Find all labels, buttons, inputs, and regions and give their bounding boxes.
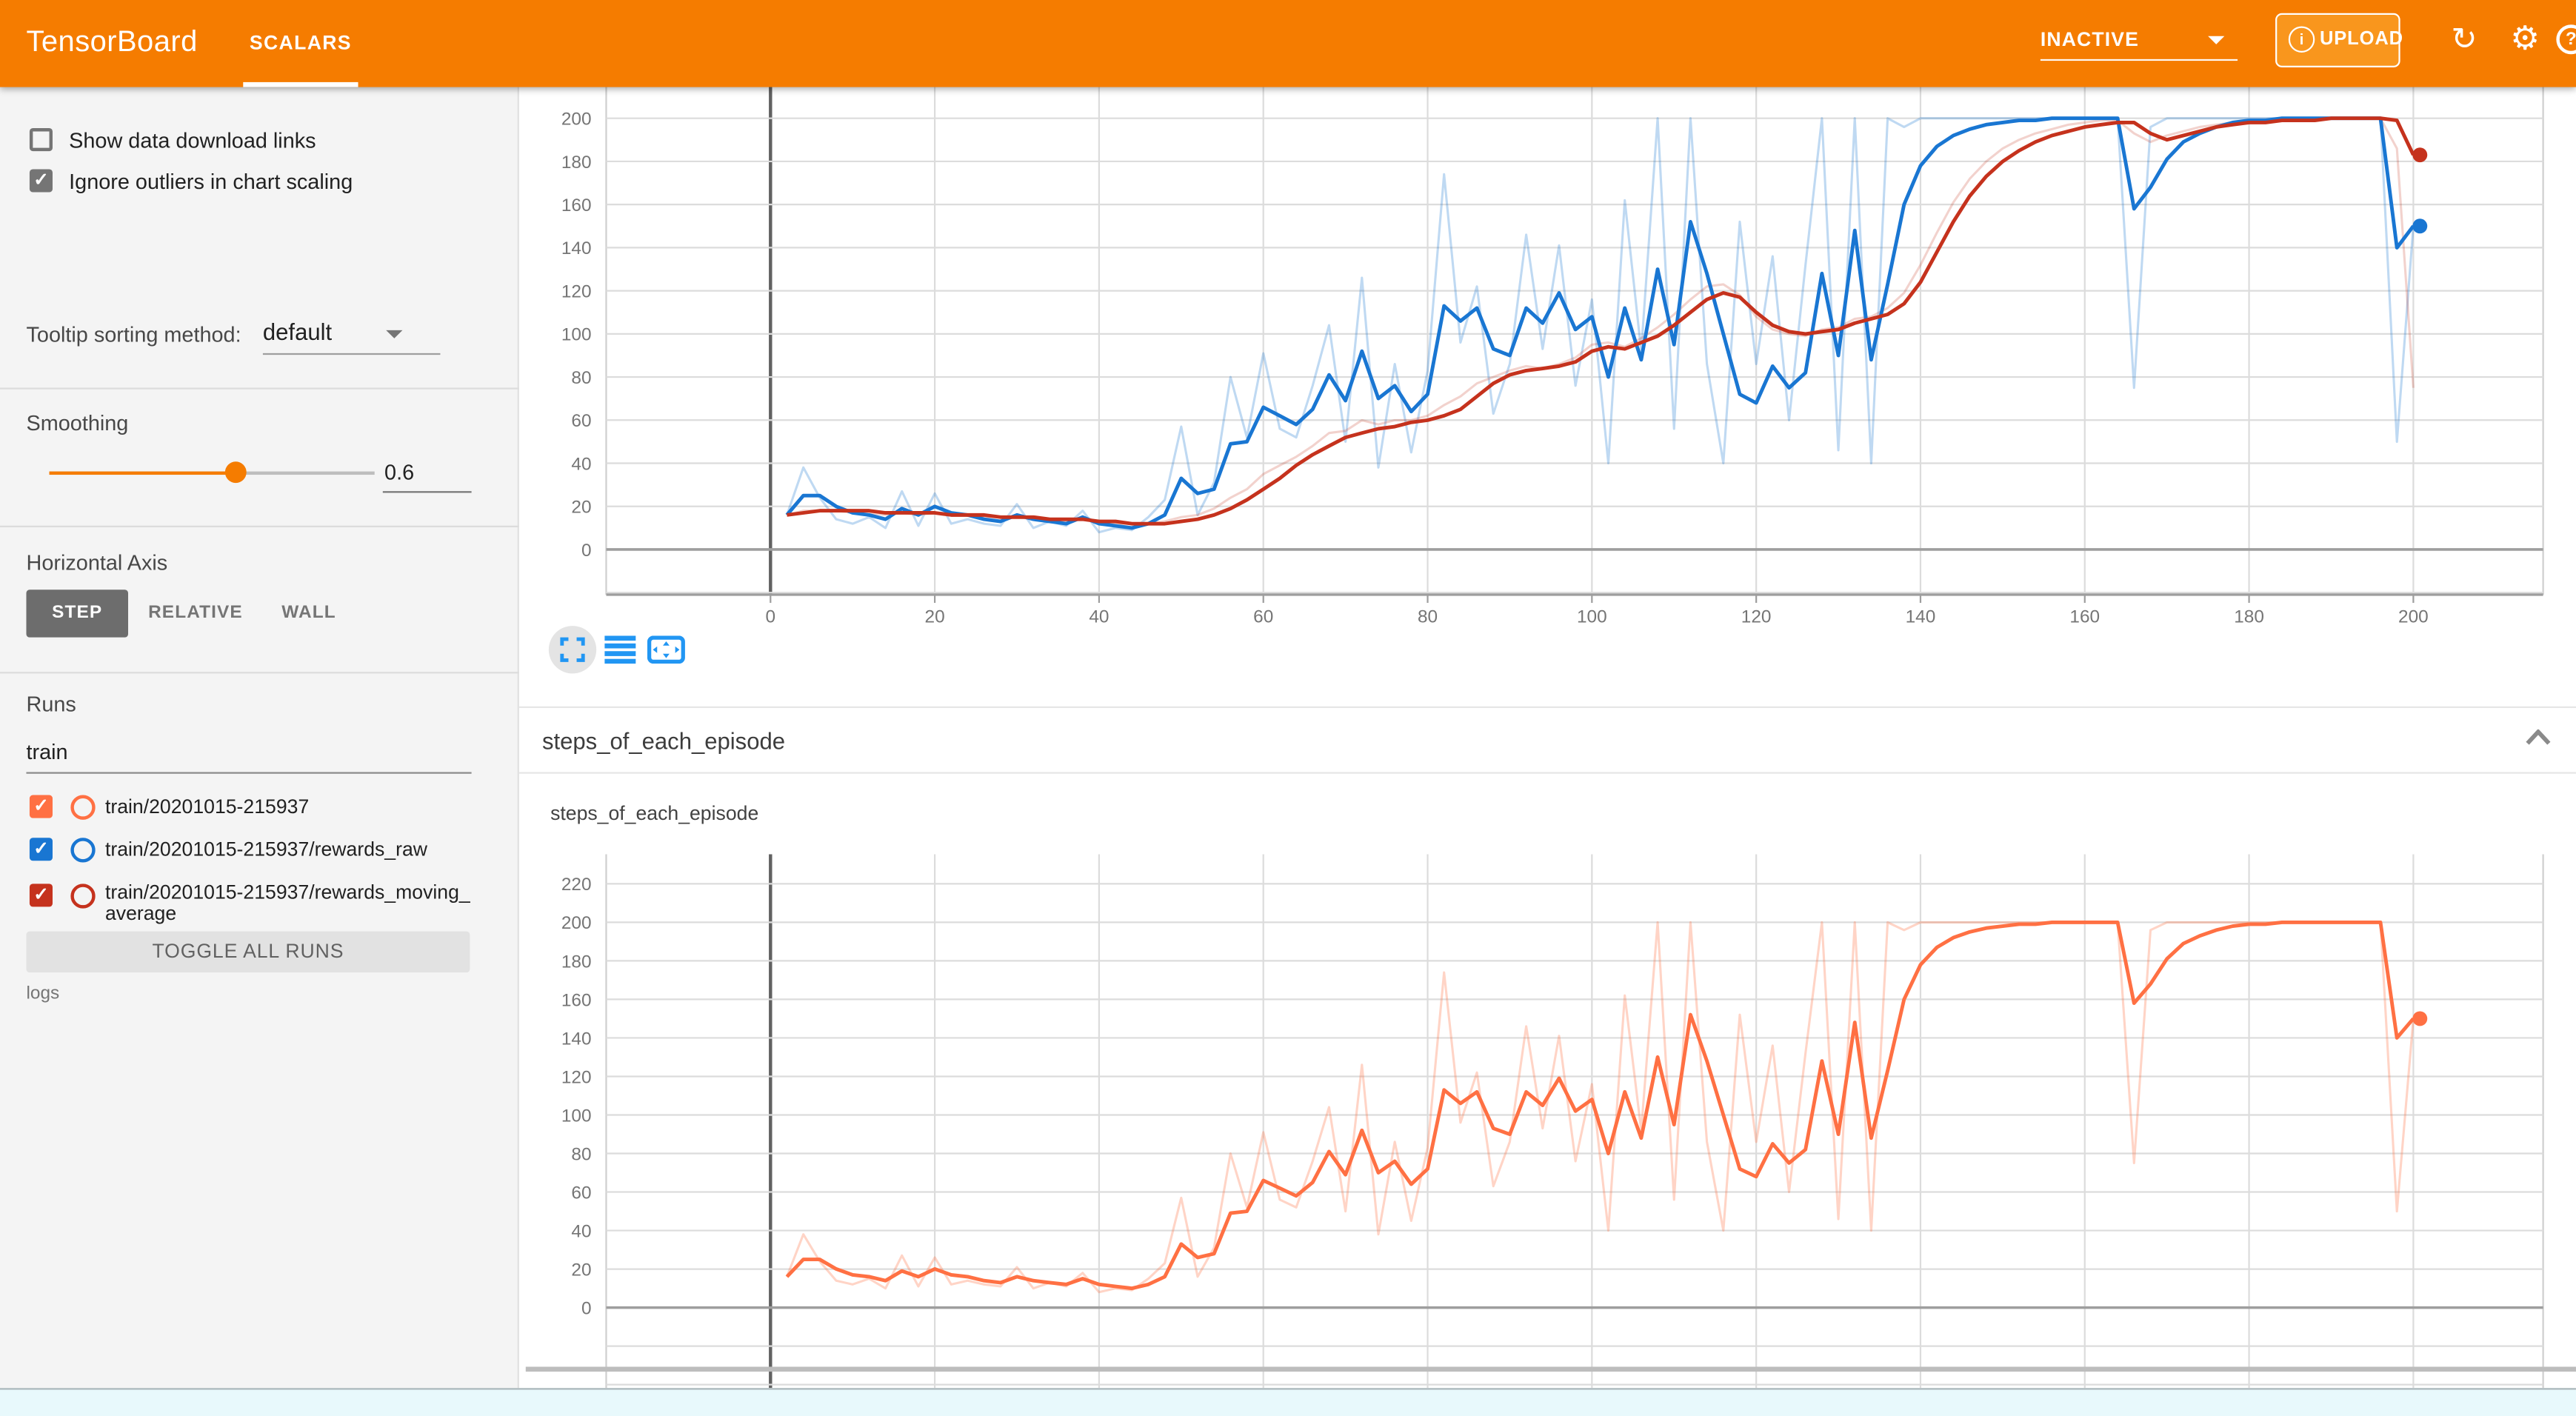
svg-text:80: 80 (1418, 607, 1438, 627)
runs-label: Runs (26, 692, 76, 716)
divider (519, 707, 2576, 708)
app-header: TensorBoard SCALARS INACTIVE i UPLOAD ↻ … (0, 0, 2576, 87)
toggle-y-axis-icon[interactable] (604, 635, 635, 664)
tab-active-underline (243, 82, 358, 87)
gear-icon[interactable]: ⚙ (2510, 23, 2540, 56)
svg-text:140: 140 (561, 1029, 592, 1049)
svg-text:180: 180 (2234, 607, 2264, 627)
divider (519, 772, 2576, 774)
svg-text:140: 140 (561, 238, 592, 258)
app-title: TensorBoard (26, 24, 197, 59)
svg-text:20: 20 (571, 1260, 591, 1280)
divider (0, 672, 519, 673)
run-checkbox[interactable]: ✓ (30, 838, 53, 861)
svg-text:200: 200 (2398, 607, 2429, 627)
run-label: train/20201015-215937 (105, 797, 473, 818)
svg-text:60: 60 (571, 1183, 591, 1203)
ignore-outliers-label: Ignore outliers in chart scaling (69, 169, 353, 193)
refresh-icon[interactable]: ↻ (2451, 24, 2477, 57)
tooltip-sort-label: Tooltip sorting method: (26, 322, 241, 347)
svg-text:100: 100 (561, 1106, 592, 1126)
smoothing-slider-fill (50, 472, 236, 475)
svg-text:100: 100 (1577, 607, 1607, 627)
chart-steps-canvas[interactable]: 0 20 40 60 80 100 120 140 160 180 200 220 (519, 854, 2576, 1388)
run-checkbox[interactable]: ✓ (30, 795, 53, 818)
smoothing-value-input[interactable]: 0.6 (384, 460, 414, 484)
show-download-links-label: Show data download links (69, 128, 316, 153)
axis-button-step[interactable]: STEP (26, 590, 128, 637)
svg-text:160: 160 (2069, 607, 2100, 627)
divider (0, 526, 519, 527)
run-label: train/20201015-215937/rewards_moving_ave… (105, 882, 473, 925)
svg-text:140: 140 (1906, 607, 1936, 627)
tooltip-sort-select[interactable]: default (263, 318, 332, 344)
info-icon: i (2289, 26, 2315, 52)
horizontal-axis-label: Horizontal Axis (26, 550, 167, 575)
status-dropdown-underline (2041, 59, 2238, 61)
svg-text:60: 60 (1253, 607, 1273, 627)
chart-rewards-canvas[interactable]: 0 20 40 60 80 100 120 140 160 180 200 0 20 40 60 80 100 1… (519, 85, 2576, 673)
divider (0, 387, 519, 389)
run-label: train/20201015-215937/rewards_raw (105, 839, 473, 861)
smoothing-label: Smoothing (26, 411, 128, 435)
settings-sidebar: Show data download links ✓ Ignore outlie… (0, 87, 519, 1389)
svg-text:0: 0 (766, 607, 776, 627)
run-color-circle[interactable] (70, 838, 95, 862)
svg-text:180: 180 (561, 952, 592, 972)
svg-text:160: 160 (561, 990, 592, 1010)
status-dropdown-value: INACTIVE (2041, 28, 2139, 51)
tooltip-sort-underline (263, 353, 441, 355)
svg-text:180: 180 (561, 153, 592, 173)
svg-text:80: 80 (571, 1144, 591, 1164)
horizontal-scrollbar[interactable] (0, 1388, 2576, 1416)
logs-label: logs (26, 984, 59, 1004)
svg-text:100: 100 (561, 325, 592, 345)
svg-text:60: 60 (571, 411, 591, 431)
run-checkbox[interactable]: ✓ (30, 884, 53, 906)
svg-text:0: 0 (581, 541, 592, 561)
svg-text:220: 220 (561, 875, 592, 895)
runs-filter-input[interactable]: train (26, 739, 67, 764)
chart-title: steps_of_each_episode (550, 801, 758, 824)
run-color-circle[interactable] (70, 884, 95, 908)
smoothing-value-underline (383, 491, 472, 492)
svg-text:160: 160 (561, 196, 592, 216)
help-icon[interactable]: ? (2556, 24, 2576, 54)
section-title[interactable]: steps_of_each_episode (542, 728, 785, 754)
show-download-links-checkbox[interactable] (30, 128, 53, 151)
svg-text:120: 120 (561, 281, 592, 301)
svg-text:80: 80 (571, 368, 591, 388)
run-color-circle[interactable] (70, 795, 95, 820)
upload-button-label: UPLOAD (2320, 30, 2403, 50)
svg-text:40: 40 (1089, 607, 1109, 627)
runs-filter-underline (26, 772, 471, 774)
svg-text:200: 200 (561, 913, 592, 933)
svg-text:20: 20 (925, 607, 945, 627)
svg-text:40: 40 (571, 454, 591, 474)
svg-text:0: 0 (581, 1298, 592, 1318)
expand-chart-icon[interactable] (560, 638, 584, 662)
chevron-down-icon (386, 330, 402, 338)
svg-text:200: 200 (561, 110, 592, 130)
chevron-up-icon[interactable] (2525, 729, 2551, 746)
status-dropdown[interactable]: INACTIVE (2041, 23, 2238, 62)
svg-text:20: 20 (571, 498, 591, 518)
tab-scalars[interactable]: SCALARS (236, 0, 364, 87)
ignore-outliers-checkbox[interactable]: ✓ (30, 169, 53, 192)
svg-text:40: 40 (571, 1221, 591, 1241)
fit-domain-icon[interactable] (647, 635, 685, 664)
upload-button[interactable]: i UPLOAD (2275, 13, 2400, 67)
toggle-all-runs-button[interactable]: TOGGLE ALL RUNS (26, 932, 470, 972)
axis-button-relative[interactable]: RELATIVE (141, 590, 250, 637)
chart-bottom-scrollbar[interactable] (526, 1366, 2576, 1372)
smoothing-slider-thumb[interactable] (225, 461, 247, 483)
svg-text:120: 120 (1741, 607, 1772, 627)
chevron-down-icon (2208, 36, 2224, 44)
axis-button-wall[interactable]: WALL (270, 590, 348, 637)
svg-text:120: 120 (561, 1067, 592, 1087)
tensorboard-app: TensorBoard SCALARS INACTIVE i UPLOAD ↻ … (0, 0, 2576, 1416)
